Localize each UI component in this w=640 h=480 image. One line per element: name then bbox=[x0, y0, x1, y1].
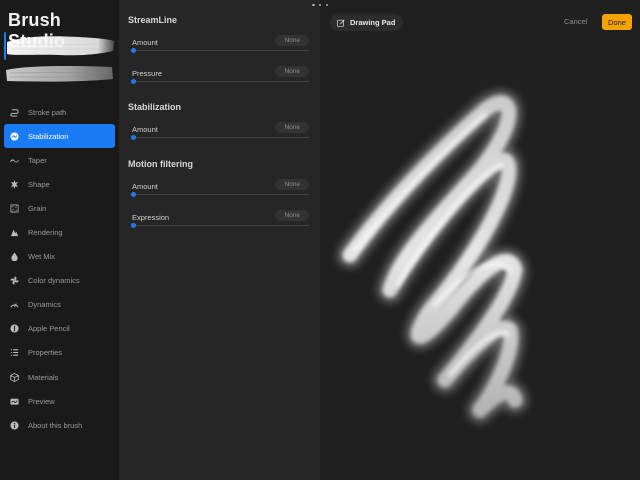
slider-knob[interactable] bbox=[131, 135, 136, 140]
sidebar-item-label: Taper bbox=[28, 155, 47, 165]
setting-value: None bbox=[275, 179, 309, 190]
sidebar-item-apple-pencil[interactable]: Apple Pencil bbox=[4, 317, 115, 341]
sidebar-item-taper[interactable]: Taper bbox=[4, 148, 115, 172]
sidebar-item-preview[interactable]: Preview bbox=[4, 389, 115, 413]
streamline-amount-row: Amount None bbox=[131, 35, 309, 58]
sidebar-item-grain[interactable]: Grain bbox=[4, 196, 115, 220]
sidebar-item-rendering[interactable]: Rendering bbox=[4, 220, 115, 244]
sidebar-item-about[interactable]: About this brush bbox=[4, 413, 115, 437]
sidebar-item-label: Dynamics bbox=[28, 300, 61, 310]
sidebar-item-label: Preview bbox=[28, 396, 55, 406]
stabilization-icon bbox=[10, 132, 19, 141]
streamline-pressure-row: Pressure None bbox=[131, 66, 309, 89]
brush-stroke-preview bbox=[337, 90, 528, 423]
preview-icon bbox=[10, 397, 19, 406]
sidebar-item-label: Stabilization bbox=[28, 131, 69, 141]
motion-filtering-expression-row: Expression None bbox=[131, 210, 309, 233]
properties-icon bbox=[10, 348, 19, 357]
stabilization-amount-row: Amount None bbox=[131, 122, 309, 145]
slider-knob[interactable] bbox=[131, 79, 136, 84]
sidebar-item-properties[interactable]: Properties bbox=[4, 341, 115, 365]
rendering-icon bbox=[10, 228, 19, 237]
more-options-icon[interactable] bbox=[312, 2, 328, 8]
sidebar-item-stroke-path[interactable]: Stroke path bbox=[4, 100, 115, 124]
streamline-amount-slider[interactable] bbox=[131, 48, 309, 53]
sidebar-item-materials[interactable]: Materials bbox=[4, 365, 115, 389]
sidebar-item-label: Rendering bbox=[28, 228, 63, 238]
drawing-pad-canvas[interactable]: Drawing Pad Cancel Done bbox=[320, 0, 640, 480]
setting-label: Amount bbox=[132, 182, 158, 191]
slider-knob[interactable] bbox=[131, 48, 136, 53]
motion-filtering-expression-slider[interactable] bbox=[131, 223, 309, 228]
setting-value: None bbox=[275, 122, 309, 133]
brush-preview-stroke[interactable] bbox=[4, 62, 116, 86]
sidebar-item-wet-mix[interactable]: Wet Mix bbox=[4, 245, 115, 269]
stabilization-amount-slider[interactable] bbox=[131, 135, 309, 140]
sidebar-item-label: Materials bbox=[28, 372, 59, 382]
stroke-path-icon bbox=[10, 108, 19, 117]
setting-value: None bbox=[275, 35, 309, 46]
color-dynamics-icon bbox=[10, 276, 19, 285]
grain-icon bbox=[10, 204, 19, 213]
wet-mix-icon bbox=[10, 252, 19, 262]
settings-panel: StreamLine Amount None Pressure None Sta… bbox=[119, 0, 320, 480]
sidebar-item-dynamics[interactable]: Dynamics bbox=[4, 293, 115, 317]
sidebar-item-label: Apple Pencil bbox=[28, 324, 70, 334]
setting-label: Pressure bbox=[132, 69, 163, 78]
sidebar-item-shape[interactable]: Shape bbox=[4, 172, 115, 196]
apple-pencil-icon bbox=[10, 324, 19, 333]
sidebar: Brush Studio Stroke path bbox=[0, 0, 119, 480]
setting-label: Amount bbox=[132, 125, 158, 134]
taper-icon bbox=[10, 156, 19, 165]
sidebar-item-label: Shape bbox=[28, 179, 50, 189]
motion-filtering-amount-row: Amount None bbox=[131, 179, 309, 202]
setting-label: Expression bbox=[132, 213, 170, 222]
sidebar-item-label: Properties bbox=[28, 348, 63, 358]
section-title-stabilization: Stabilization bbox=[128, 102, 182, 112]
shape-icon bbox=[10, 179, 19, 189]
slider-knob[interactable] bbox=[131, 223, 136, 228]
section-title-motion-filtering: Motion filtering bbox=[128, 159, 193, 169]
sidebar-nav: Stroke path Stabilization Taper Shape Gr… bbox=[4, 100, 115, 437]
info-icon bbox=[10, 421, 19, 430]
sidebar-item-label: Wet Mix bbox=[28, 252, 55, 262]
sidebar-item-stabilization[interactable]: Stabilization bbox=[4, 124, 115, 149]
dynamics-icon bbox=[10, 300, 19, 309]
sidebar-item-label: Stroke path bbox=[28, 107, 67, 117]
sidebar-item-label: Color dynamics bbox=[28, 276, 80, 286]
section-title-streamline: StreamLine bbox=[128, 15, 178, 25]
slider-knob[interactable] bbox=[131, 192, 136, 197]
brush-preview-stroke-selected[interactable] bbox=[4, 32, 116, 60]
streamline-pressure-slider[interactable] bbox=[131, 79, 309, 84]
sidebar-item-label: Grain bbox=[28, 203, 47, 213]
motion-filtering-amount-slider[interactable] bbox=[131, 192, 309, 197]
materials-icon bbox=[10, 372, 19, 382]
selected-brush-indicator bbox=[4, 32, 6, 60]
setting-label: Amount bbox=[132, 38, 158, 47]
sidebar-item-label: About this brush bbox=[28, 420, 83, 430]
sidebar-item-color-dynamics[interactable]: Color dynamics bbox=[4, 269, 115, 293]
setting-value: None bbox=[275, 66, 309, 77]
setting-value: None bbox=[275, 210, 309, 221]
